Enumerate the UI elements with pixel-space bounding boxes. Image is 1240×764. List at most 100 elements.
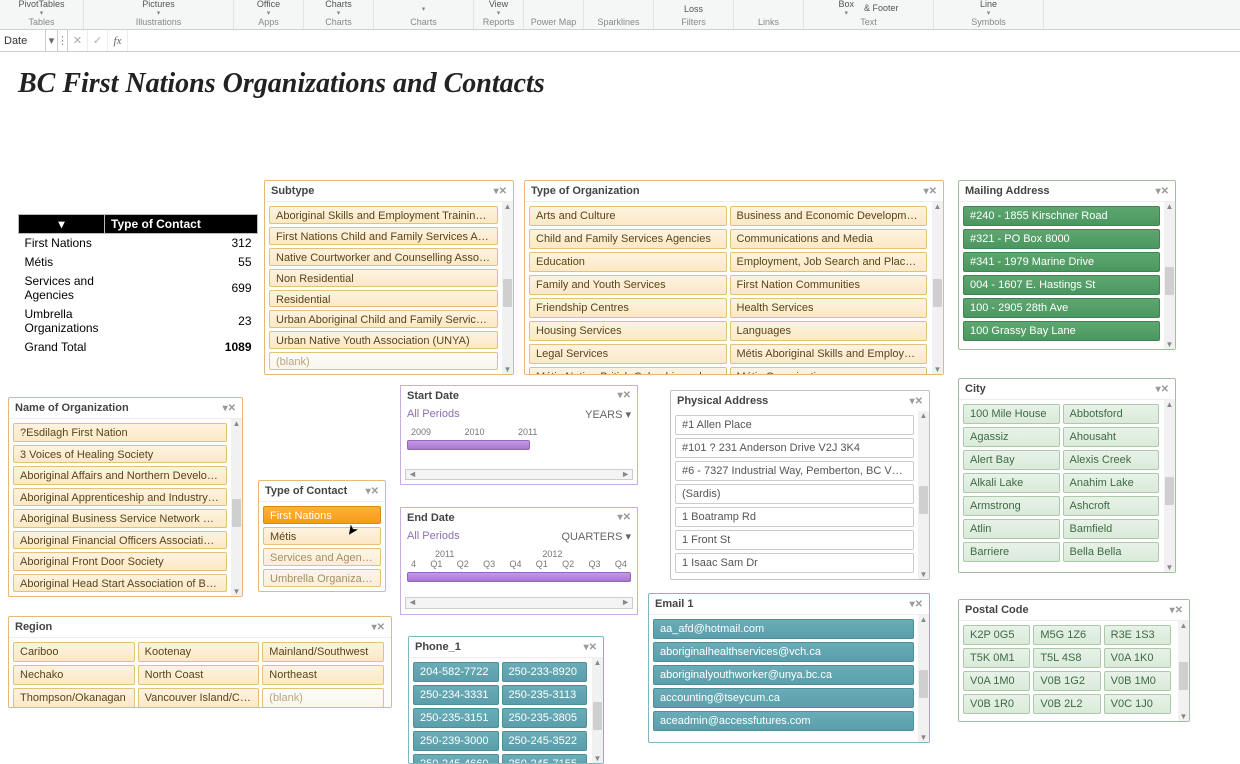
ribbon-charts1[interactable]: Charts	[325, 0, 352, 9]
slicer-item[interactable]: Thompson/Okanagan	[13, 688, 135, 707]
slicer-item[interactable]: V0A 1K0	[1104, 648, 1171, 668]
ribbon-office[interactable]: Office	[257, 0, 280, 9]
slicer-item[interactable]: R3E 1S3	[1104, 625, 1171, 645]
slicer-item[interactable]: Education	[529, 252, 727, 272]
ribbon-pictures[interactable]: Pictures	[142, 0, 175, 9]
slicer-item[interactable]: K2P 0G5	[963, 625, 1030, 645]
slicer-item[interactable]: aa_afd@hotmail.com	[653, 619, 914, 639]
slicer-item[interactable]: Aboriginal Front Door Society	[13, 552, 227, 571]
clear-filter-icon[interactable]: ▾✕	[910, 599, 923, 610]
slicer-item[interactable]: Ashcroft	[1063, 496, 1160, 516]
slicer-item[interactable]: V0B 2L2	[1033, 694, 1100, 714]
slicer-item[interactable]: T5L 4S8	[1033, 648, 1100, 668]
scrollbar[interactable]: ▲▼	[918, 411, 929, 579]
slicer-item[interactable]: Legal Services	[529, 344, 727, 364]
slicer-item[interactable]: 250-234-3331	[413, 685, 499, 705]
slicer-item[interactable]: Armstrong	[963, 496, 1060, 516]
cancel-icon[interactable]: ✕	[68, 30, 88, 51]
clear-filter-icon[interactable]: ▾✕	[1156, 186, 1169, 197]
slicer-item[interactable]: Umbrella Organizations	[263, 569, 381, 587]
timeline-unit[interactable]: YEARS ▾	[585, 408, 631, 421]
slicer-item[interactable]: First Nation Communities	[730, 275, 928, 295]
enter-icon[interactable]: ✓	[88, 30, 108, 51]
scrollbar[interactable]: ▲▼	[231, 419, 242, 596]
slicer-item[interactable]: Alexis Creek	[1063, 450, 1160, 470]
slicer-item[interactable]: (Sardis)	[675, 484, 914, 504]
slicer-item[interactable]: 250-235-3113	[502, 685, 588, 705]
slicer-item[interactable]: M5G 1Z6	[1033, 625, 1100, 645]
timeline-start-date[interactable]: Start Date▾✕ All PeriodsYEARS ▾ 2009 201…	[400, 385, 638, 485]
slicer-item[interactable]: Friendship Centres	[529, 298, 727, 318]
slicer-name-of-organization[interactable]: Name of Organization▾✕ ?Esdilagh First N…	[8, 397, 243, 597]
slicer-item[interactable]: Northeast	[262, 665, 384, 685]
clear-filter-icon[interactable]: ▾✕	[223, 403, 236, 414]
slicer-city[interactable]: City▾✕ 100 Mile HouseAbbotsfordAgassizAh…	[958, 378, 1176, 573]
slicer-item[interactable]: accounting@tseycum.ca	[653, 688, 914, 708]
slicer-item[interactable]: #240 - 1855 Kirschner Road	[963, 206, 1160, 226]
slicer-item[interactable]: First Nations	[263, 506, 381, 524]
slicer-type-of-organization[interactable]: Type of Organization▾✕ Arts and CultureB…	[524, 180, 944, 375]
slicer-item[interactable]: Agassiz	[963, 427, 1060, 447]
slicer-item[interactable]: #321 - PO Box 8000	[963, 229, 1160, 249]
ribbon-loss[interactable]: Loss	[684, 4, 703, 14]
timeline-scroll[interactable]	[405, 469, 633, 480]
clear-filter-icon[interactable]: ▾✕	[924, 186, 937, 197]
slicer-item[interactable]: Bella Bella	[1063, 542, 1160, 562]
slicer-item[interactable]: 250-233-8920	[502, 662, 588, 682]
slicer-item[interactable]: ?Esdilagh First Nation	[13, 423, 227, 442]
slicer-physical-address[interactable]: Physical Address▾✕ #1 Allen Place#101 ? …	[670, 390, 930, 580]
slicer-item[interactable]: V0B 1R0	[963, 694, 1030, 714]
slicer-item[interactable]: Arts and Culture	[529, 206, 727, 226]
slicer-region[interactable]: Region▾✕ CaribooKootenayMainland/Southwe…	[8, 616, 392, 708]
slicer-item[interactable]: Alkali Lake	[963, 473, 1060, 493]
slicer-item[interactable]: #1 Allen Place	[675, 415, 914, 435]
scrollbar[interactable]: ▲▼	[1164, 400, 1175, 572]
slicer-item[interactable]: #101 ? 231 Anderson Drive V2J 3K4	[675, 438, 914, 458]
slicer-item[interactable]: Anahim Lake	[1063, 473, 1160, 493]
slicer-item[interactable]: 250-245-4660	[413, 754, 499, 763]
slicer-item[interactable]: Métis Nation British Columbia and Ch...	[529, 367, 727, 374]
slicer-item[interactable]: Aboriginal Affairs and Northern Developm…	[13, 466, 227, 485]
slicer-phone1[interactable]: Phone_1▾✕ 204-582-7722250-233-8920250-23…	[408, 636, 604, 764]
slicer-item[interactable]: Aboriginal Financial Officers Associatio…	[13, 531, 227, 550]
slicer-item[interactable]: Nechako	[13, 665, 135, 685]
slicer-item[interactable]: #341 - 1979 Marine Drive	[963, 252, 1160, 272]
slicer-item[interactable]: V0C 1J0	[1104, 694, 1171, 714]
slicer-item[interactable]: Aboriginal Apprenticeship and Industry T…	[13, 488, 227, 507]
scrollbar[interactable]: ▲▼	[932, 202, 943, 374]
slicer-item[interactable]: Languages	[730, 321, 928, 341]
slicer-item[interactable]: aboriginalyouthworker@unya.bc.ca	[653, 665, 914, 685]
slicer-item[interactable]: V0A 1M0	[963, 671, 1030, 691]
slicer-subtype[interactable]: Subtype▾✕ Aboriginal Skills and Employme…	[264, 180, 514, 375]
slicer-item[interactable]: (blank)	[269, 352, 498, 370]
clear-filter-icon[interactable]: ▾✕	[584, 642, 597, 653]
scrollbar[interactable]: ▲▼	[1164, 202, 1175, 349]
slicer-item[interactable]: 250-239-3000	[413, 731, 499, 751]
scrollbar[interactable]: ▲▼	[502, 202, 513, 374]
slicer-item[interactable]: 250-235-3151	[413, 708, 499, 728]
slicer-item[interactable]: Aboriginal Skills and Employment Trainin…	[269, 206, 498, 224]
slicer-item[interactable]: #6 - 7327 Industrial Way, Pemberton, BC …	[675, 461, 914, 481]
slicer-item[interactable]: Business and Economic Development	[730, 206, 928, 226]
slicer-item[interactable]: Urban Native Youth Association (UNYA)	[269, 331, 498, 349]
slicer-item[interactable]: 100 Mile House	[963, 404, 1060, 424]
pivot-filter-dropdown[interactable]: ▾	[19, 215, 105, 234]
timeline-bar[interactable]	[407, 440, 530, 450]
slicer-item[interactable]: 250-235-3805	[502, 708, 588, 728]
slicer-item[interactable]: Métis Aboriginal Skills and Employme...	[730, 344, 928, 364]
clear-filter-icon[interactable]: ▾✕	[618, 512, 631, 524]
scrollbar[interactable]: ▲▼	[918, 615, 929, 742]
slicer-item[interactable]: aboriginalhealthservices@vch.ca	[653, 642, 914, 662]
clear-filter-icon[interactable]: ▾✕	[366, 486, 379, 497]
ribbon-footer[interactable]: & Footer	[864, 3, 899, 13]
slicer-item[interactable]: Métis	[263, 527, 381, 545]
scrollbar[interactable]: ▲▼	[1178, 621, 1189, 721]
slicer-item[interactable]: aceadmin@accessfutures.com	[653, 711, 914, 731]
slicer-item[interactable]: 1 Front St	[675, 530, 914, 550]
slicer-item[interactable]: Barriere	[963, 542, 1060, 562]
fx-icon[interactable]: fx	[108, 30, 128, 51]
slicer-item[interactable]: Housing Services	[529, 321, 727, 341]
slicer-item[interactable]: Atlin	[963, 519, 1060, 539]
slicer-item[interactable]: 100 Grassy Bay Lane	[963, 321, 1160, 341]
clear-filter-icon[interactable]: ▾✕	[494, 186, 507, 197]
